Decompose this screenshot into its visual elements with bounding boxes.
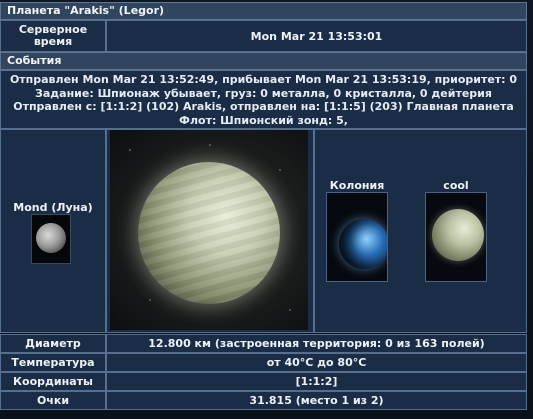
event-line[interactable]: Отправлен с: [1:1:2] (102) Arakis, отпра… <box>1 100 526 114</box>
colony-planet-image[interactable] <box>326 192 388 282</box>
colony-label[interactable]: Колония <box>326 179 388 192</box>
page-title: Планета "Arakis" (Legor) <box>0 2 527 20</box>
events-panel: Отправлен Mon Mar 21 13:52:49, прибывает… <box>0 70 527 129</box>
moon-label[interactable]: Mond (Луна) <box>0 201 106 214</box>
event-line: Задание: Шпионаж убывает, груз: 0 металл… <box>35 86 492 100</box>
event-line: Отправлен Mon Mar 21 13:52:49, прибывает… <box>9 73 518 86</box>
planet-overview-panel: Планета "Arakis" (Legor) Серверное время… <box>0 0 527 419</box>
events-header: События <box>0 52 527 70</box>
temperature-value: от 40°C до 80°C <box>106 353 527 372</box>
cool-label[interactable]: cool <box>425 179 487 192</box>
server-time-value: Mon Mar 21 13:53:01 <box>106 20 527 52</box>
points-label: Очки <box>0 391 106 410</box>
server-time-label: Серверное время <box>0 20 106 52</box>
planet-image <box>110 130 308 330</box>
event-line: Флот: Шпионский зонд: 5, <box>179 113 348 127</box>
moon-image[interactable] <box>31 214 71 264</box>
coordinates-label: Координаты <box>0 372 106 391</box>
diameter-value: 12.800 км (застроенная территория: 0 из … <box>106 334 527 353</box>
coordinates-value[interactable]: [1:1:2] <box>106 372 527 391</box>
points-value: 31.815 (место 1 из 2) <box>106 391 527 410</box>
temperature-label: Температура <box>0 353 106 372</box>
cool-planet-image[interactable] <box>425 192 487 282</box>
diameter-label: Диаметр <box>0 334 106 353</box>
